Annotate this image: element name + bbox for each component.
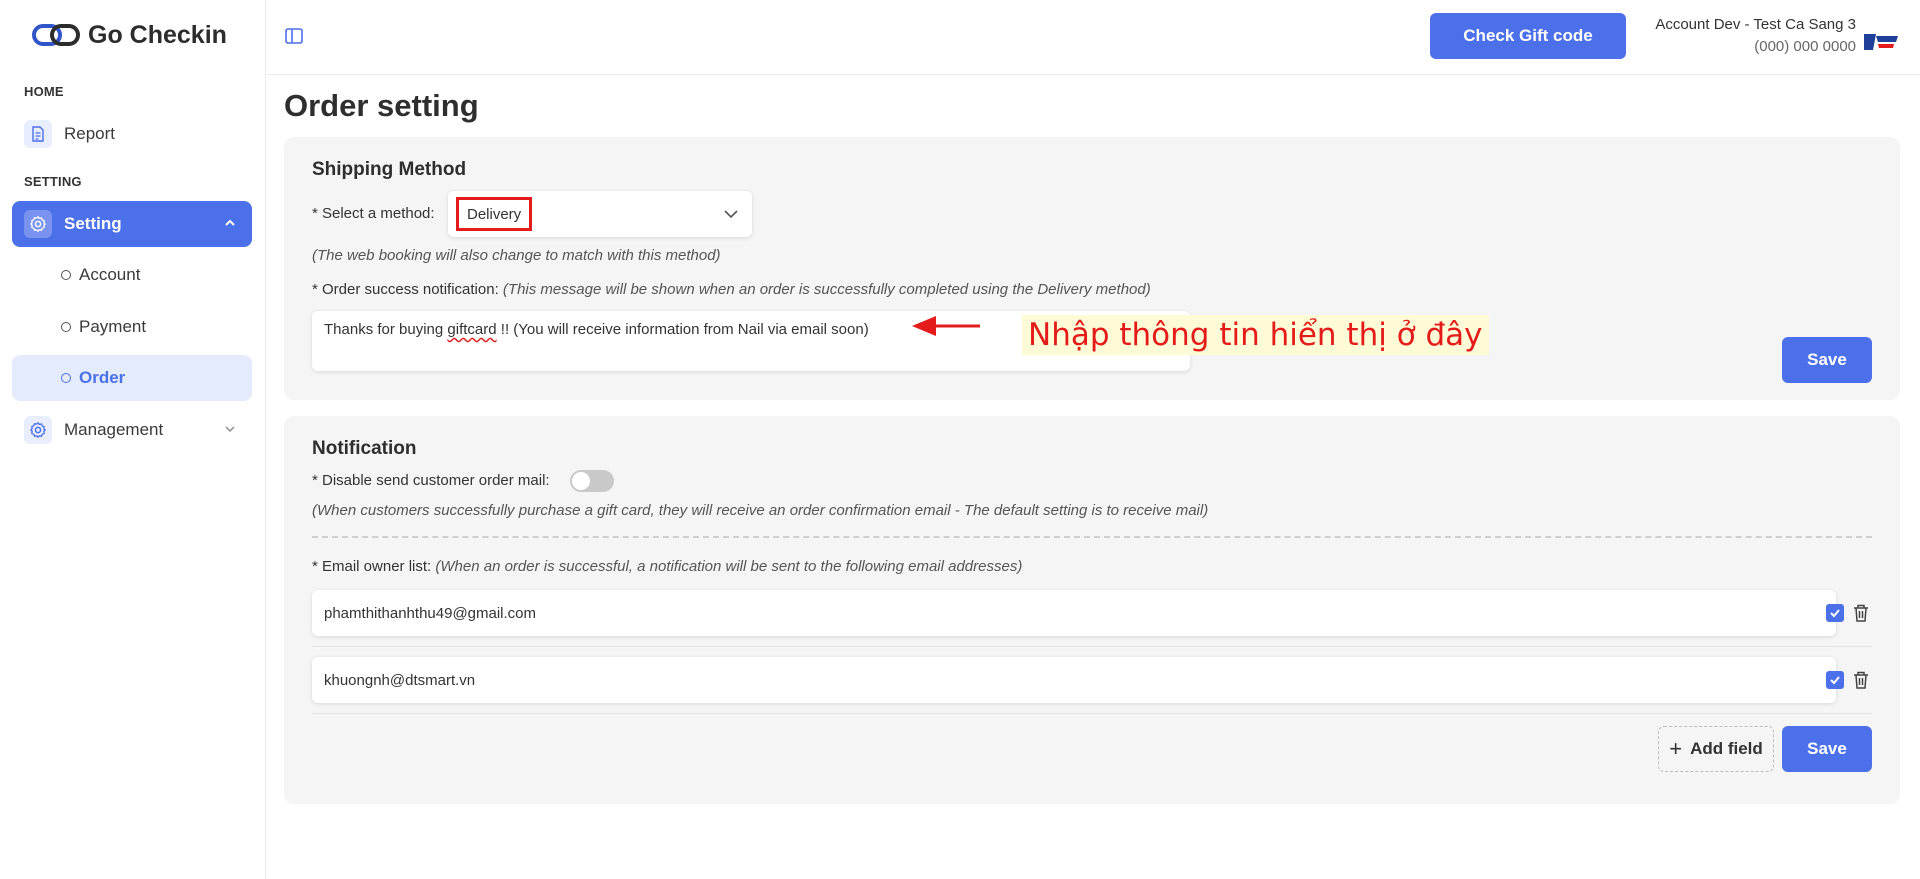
notification-label-text: * Order success notification: (312, 281, 499, 298)
app-name: Go Checkin (88, 20, 227, 49)
sidebar-item-label: Order (79, 368, 126, 387)
sidebar-item-setting[interactable]: Setting (12, 201, 252, 247)
bullet-icon (61, 270, 71, 280)
check-gift-code-button[interactable]: Check Gift code (1430, 13, 1626, 59)
account-name: Account Dev - Test Ca Sang 3 (1655, 16, 1856, 33)
row-divider (312, 713, 1872, 714)
sidebar-item-payment[interactable]: Payment (12, 304, 252, 350)
section-home: HOME (24, 84, 64, 99)
notification-hint: (This message will be shown when an orde… (502, 281, 1151, 298)
document-icon (24, 120, 52, 148)
chevron-up-icon (225, 219, 235, 226)
email-field[interactable]: phamthithanhthu49@gmail.com (312, 590, 1836, 636)
sidebar-item-report[interactable]: Report (12, 111, 252, 157)
email-list-hint: (When an order is successful, a notifica… (435, 558, 1023, 575)
checkmark-icon (1830, 609, 1840, 618)
shipping-method-card: Shipping Method * Select a method: Deliv… (284, 137, 1900, 400)
email-checkbox[interactable] (1826, 604, 1844, 622)
sidebar: Go Checkin HOME Report SETTING Setting A… (0, 0, 266, 879)
trash-icon[interactable] (1852, 603, 1870, 623)
sidebar-item-management[interactable]: Management (12, 407, 252, 453)
notification-card: Notification * Disable send customer ord… (284, 416, 1900, 804)
sidebar-toggle-icon[interactable] (284, 26, 304, 46)
add-field-label: Add field (1690, 739, 1763, 758)
sidebar-item-label: Account (79, 265, 141, 284)
annotation-text: Nhập thông tin hiển thị ở đây (1022, 315, 1489, 355)
gear-icon (24, 210, 52, 238)
header-divider (266, 74, 1920, 75)
plus-icon: + (1669, 736, 1683, 761)
section-setting: SETTING (24, 174, 82, 189)
method-select[interactable]: Delivery (448, 191, 752, 237)
annotation-arrow-icon (912, 316, 980, 336)
email-field[interactable]: khuongnh@dtsmart.vn (312, 657, 1836, 703)
sidebar-item-account[interactable]: Account (12, 252, 252, 298)
add-field-button[interactable]: + Add field (1658, 726, 1774, 772)
notification-save-button[interactable]: Save (1782, 726, 1872, 772)
chevron-down-icon (724, 210, 738, 219)
method-hint: (The web booking will also change to mat… (312, 247, 721, 264)
method-label: * Select a method: (312, 205, 435, 222)
page-title: Order setting (284, 88, 479, 123)
email-list-label: * Email owner list: (When an order is su… (312, 558, 1022, 575)
link-logo-icon (32, 24, 80, 46)
sidebar-item-order[interactable]: Order (12, 355, 252, 401)
bullet-icon (61, 322, 71, 332)
disable-mail-hint: (When customers successfully purchase a … (312, 502, 1209, 519)
sidebar-item-label: Payment (79, 317, 147, 336)
sidebar-item-label: Setting (64, 214, 122, 233)
checkmark-icon (1830, 676, 1840, 685)
email-list-label-text: * Email owner list: (312, 558, 432, 575)
section-divider (312, 536, 1872, 538)
email-checkbox[interactable] (1826, 671, 1844, 689)
gear-icon (24, 416, 52, 444)
toggle-knob (572, 472, 590, 490)
method-selected-value: Delivery (456, 197, 533, 231)
message-text-rest: !! (You will receive information from Na… (496, 321, 869, 338)
sidebar-item-label: Report (64, 124, 116, 143)
message-misspelled-word: giftcard (447, 321, 497, 338)
account-phone: (000) 000 0000 (1754, 38, 1856, 55)
bullet-icon (61, 373, 71, 383)
sidebar-item-label: Management (64, 420, 164, 439)
trash-icon[interactable] (1852, 670, 1870, 690)
disable-mail-label: * Disable send customer order mail: (312, 472, 550, 489)
row-divider (312, 646, 1872, 647)
notification-title: Notification (312, 438, 417, 459)
shipping-method-title: Shipping Method (312, 159, 467, 180)
app-logo[interactable]: Go Checkin (32, 18, 227, 52)
message-text: Thanks for buying (324, 321, 448, 338)
account-avatar[interactable] (1862, 30, 1900, 54)
notification-label: * Order success notification: (This mess… (312, 281, 1151, 298)
chevron-down-icon (225, 426, 235, 433)
shipping-save-button[interactable]: Save (1782, 337, 1872, 383)
disable-mail-toggle[interactable] (570, 470, 614, 492)
